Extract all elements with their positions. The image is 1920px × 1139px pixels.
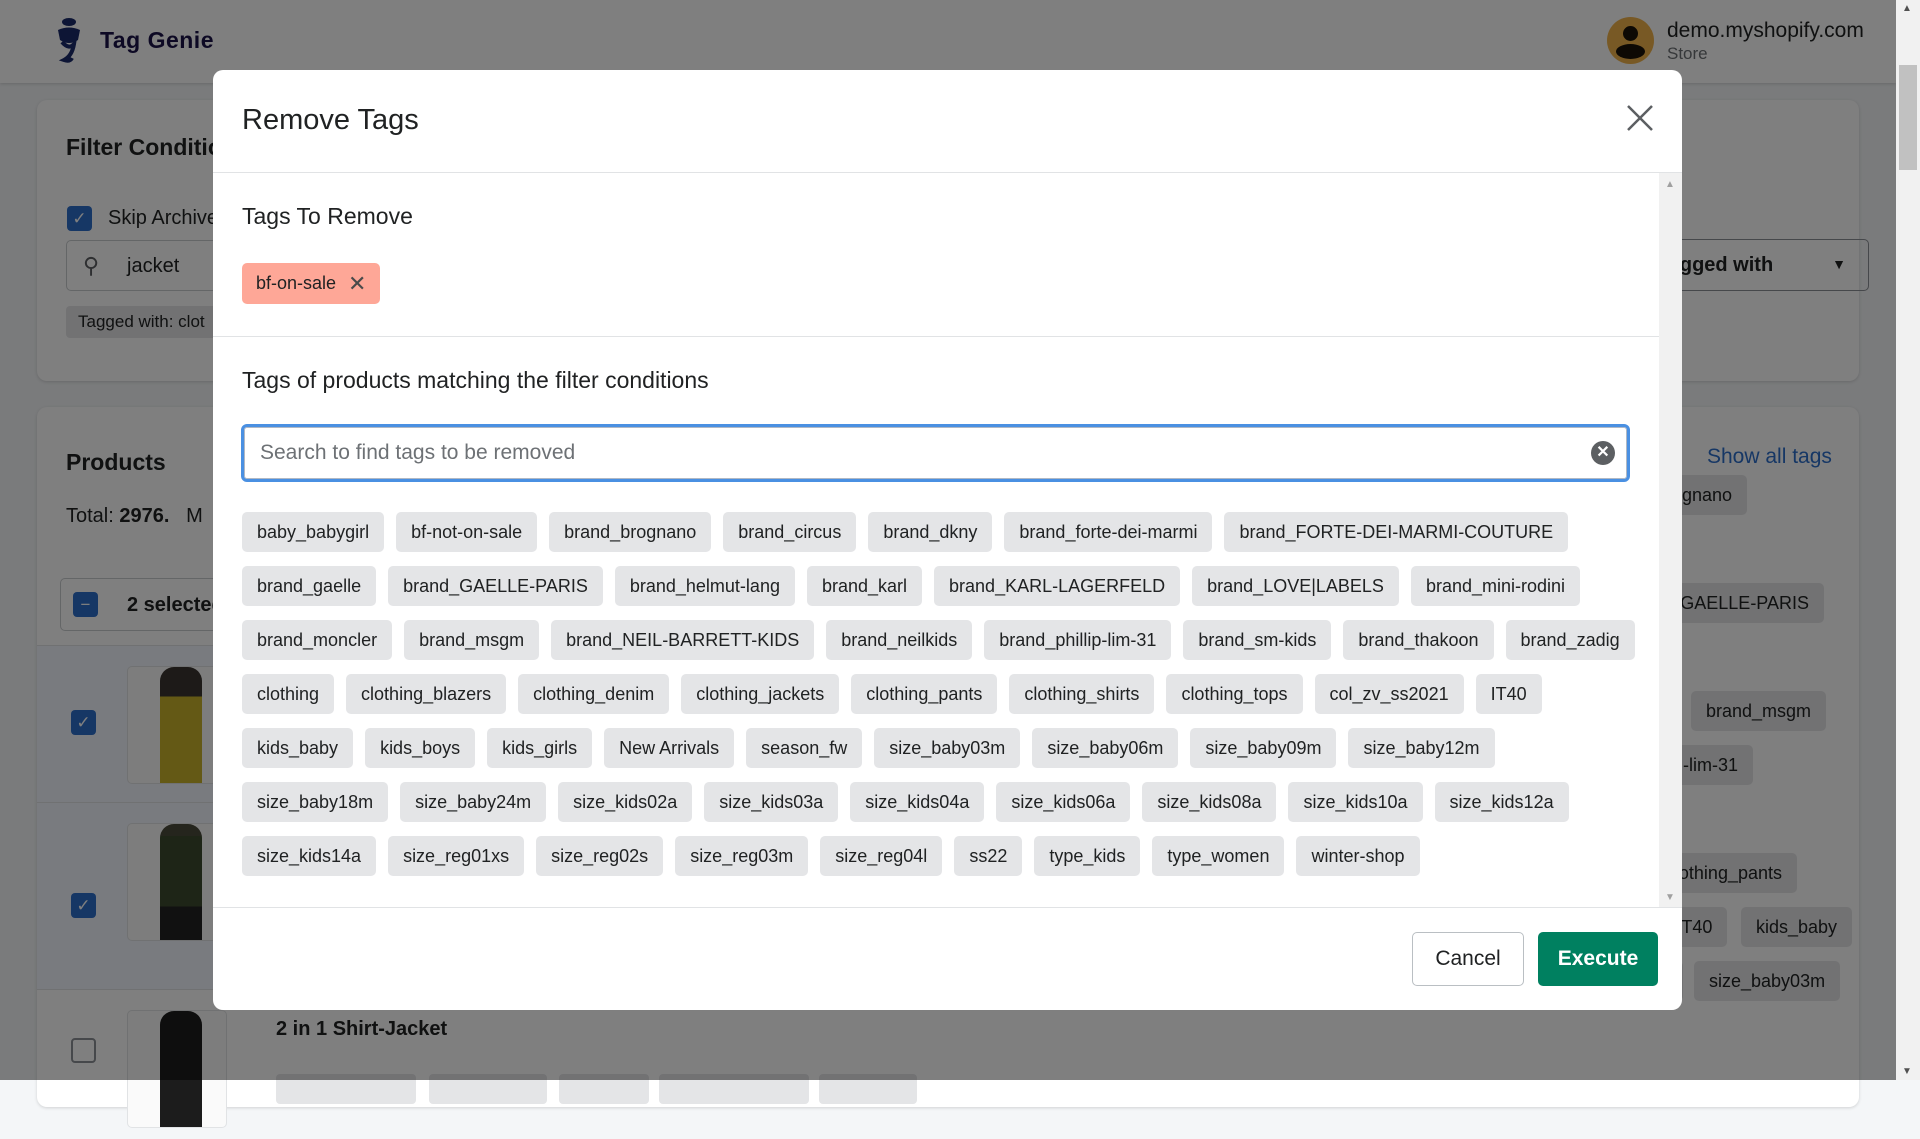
tag-chip[interactable]: bf-not-on-sale: [396, 512, 538, 552]
modal-title: Remove Tags: [242, 104, 419, 136]
tag-chip[interactable]: col_zv_ss2021: [1314, 674, 1464, 714]
tag-chip[interactable]: brand_sm-kids: [1183, 620, 1332, 660]
tag-chip[interactable]: clothing_shirts: [1009, 674, 1155, 714]
tag-chip[interactable]: brand_neilkids: [826, 620, 973, 660]
tag-chip[interactable]: kids_girls: [487, 728, 593, 768]
tag-chip[interactable]: brand_zadig: [1505, 620, 1635, 660]
tag-chip[interactable]: size_baby12m: [1348, 728, 1495, 768]
tag-chip[interactable]: brand_mini-rodini: [1410, 566, 1581, 606]
tag-chip[interactable]: winter-shop: [1296, 836, 1420, 876]
clear-search-icon[interactable]: ✕: [1591, 441, 1615, 465]
tag-chip[interactable]: brand_dkny: [868, 512, 993, 552]
tag-chip[interactable]: ss22: [954, 836, 1023, 876]
tag-chip[interactable]: size_kids14a: [242, 836, 377, 876]
remove-tags-modal: Remove Tags Tags To Remove bf-on-sale ✕ …: [213, 70, 1682, 1010]
tag-chip[interactable]: brand_helmut-lang: [614, 566, 795, 606]
tag-chip[interactable]: IT40: [1475, 674, 1542, 714]
tag-chip[interactable]: size_reg02s: [536, 836, 664, 876]
scroll-up-icon[interactable]: ▲: [1902, 3, 1912, 14]
tag-chip[interactable]: brand_msgm: [404, 620, 540, 660]
tag-chip[interactable]: clothing_blazers: [346, 674, 507, 714]
tag-chip[interactable]: brand_NEIL-BARRETT-KIDS: [551, 620, 815, 660]
tag-chip[interactable]: baby_babygirl: [242, 512, 385, 552]
divider: [213, 336, 1659, 337]
tag-chip[interactable]: type_kids: [1034, 836, 1141, 876]
tag-chip[interactable]: clothing_pants: [851, 674, 998, 714]
scroll-down-icon[interactable]: ▼: [1902, 1066, 1912, 1077]
tag-chip[interactable]: brand_thakoon: [1343, 620, 1494, 660]
tag-chip[interactable]: brand_GAELLE-PARIS: [388, 566, 603, 606]
cancel-button[interactable]: Cancel: [1412, 932, 1524, 986]
tag-chip[interactable]: size_reg01xs: [388, 836, 525, 876]
tag-chip[interactable]: size_kids08a: [1142, 782, 1277, 822]
close-icon[interactable]: [1622, 100, 1658, 136]
remove-chip-close-icon[interactable]: ✕: [348, 263, 366, 304]
matching-tags-title: Tags of products matching the filter con…: [242, 367, 709, 393]
tag-chip[interactable]: brand_forte-dei-marmi: [1004, 512, 1213, 552]
divider: [213, 907, 1682, 908]
tag-chip[interactable]: brand_FORTE-DEI-MARMI-COUTURE: [1224, 512, 1569, 552]
tag-chip[interactable]: size_kids04a: [850, 782, 985, 822]
tag-chip[interactable]: brand_moncler: [242, 620, 393, 660]
tag-chip[interactable]: brand_gaelle: [242, 566, 377, 606]
tag-chip[interactable]: clothing_jackets: [681, 674, 840, 714]
matching-tag-list: baby_babygirl bf-not-on-sale brand_brognan…: [242, 512, 1642, 876]
tag-chip[interactable]: size_kids02a: [558, 782, 693, 822]
tag-chip[interactable]: clothing: [242, 674, 335, 714]
tag-chip[interactable]: size_reg03m: [675, 836, 809, 876]
tag-chip[interactable]: clothing_tops: [1166, 674, 1303, 714]
remove-tag-label: bf-on-sale: [256, 273, 337, 293]
tag-chip[interactable]: brand_brognano: [549, 512, 712, 552]
tag-chip[interactable]: size_kids10a: [1288, 782, 1423, 822]
tag-chip[interactable]: size_kids03a: [704, 782, 839, 822]
tag-chip[interactable]: size_reg04l: [820, 836, 943, 876]
tag-chip[interactable]: size_baby03m: [874, 728, 1021, 768]
tag-chip[interactable]: size_kids12a: [1434, 782, 1569, 822]
tag-chip[interactable]: brand_KARL-LAGERFELD: [934, 566, 1181, 606]
tag-chip[interactable]: size_baby09m: [1190, 728, 1337, 768]
tag-chip[interactable]: size_kids06a: [996, 782, 1131, 822]
scroll-up-icon[interactable]: ▲: [1665, 179, 1675, 190]
tag-chip[interactable]: brand_karl: [806, 566, 923, 606]
tag-search-field[interactable]: ✕: [241, 424, 1630, 482]
modal-body: Tags To Remove bf-on-sale ✕ Tags of prod…: [213, 173, 1659, 907]
tag-chip[interactable]: New Arrivals: [604, 728, 735, 768]
tag-chip[interactable]: size_baby18m: [242, 782, 389, 822]
tag-search-input[interactable]: [260, 427, 1560, 479]
tag-chip[interactable]: size_baby06m: [1032, 728, 1179, 768]
scroll-down-icon[interactable]: ▼: [1665, 892, 1675, 903]
page-scrollbar[interactable]: ▲ ▼: [1896, 0, 1920, 1080]
tag-chip[interactable]: kids_boys: [365, 728, 476, 768]
tag-chip[interactable]: brand_circus: [723, 512, 857, 552]
tag-chip[interactable]: size_baby24m: [400, 782, 547, 822]
tag-chip[interactable]: kids_baby: [242, 728, 354, 768]
page-scrollbar-thumb[interactable]: [1899, 65, 1917, 170]
execute-button[interactable]: Execute: [1538, 932, 1658, 986]
tag-chip[interactable]: type_women: [1152, 836, 1285, 876]
tag-chip[interactable]: season_fw: [746, 728, 863, 768]
modal-scrollbar[interactable]: ▲ ▼: [1659, 173, 1682, 907]
tag-chip[interactable]: brand_LOVE|LABELS: [1192, 566, 1399, 606]
tag-chip[interactable]: clothing_denim: [518, 674, 670, 714]
tags-to-remove-title: Tags To Remove: [242, 203, 413, 229]
tag-chip[interactable]: brand_phillip-lim-31: [984, 620, 1172, 660]
remove-tag-chip: bf-on-sale ✕: [242, 263, 381, 304]
